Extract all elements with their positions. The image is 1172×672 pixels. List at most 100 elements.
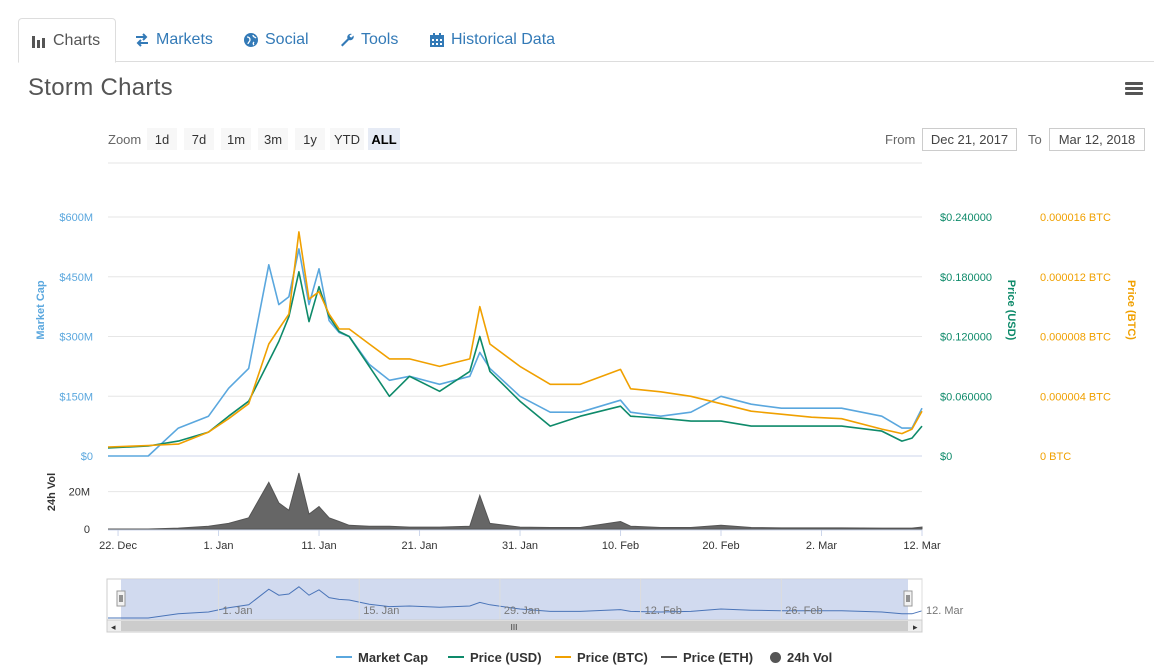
from-date-input[interactable]: Dec 21, 2017 <box>922 128 1017 151</box>
navigator-selection[interactable] <box>121 579 908 620</box>
x-tick-label: 10. Feb <box>602 540 639 552</box>
tab-social[interactable]: Social <box>231 18 321 62</box>
tab-tools[interactable]: Tools <box>327 18 410 62</box>
market-cap-tick-label: $600M <box>59 212 93 224</box>
page-title: Storm Charts <box>28 74 173 101</box>
navigator-tick-label: 29. Jan <box>504 605 540 617</box>
legend-label: Market Cap <box>358 649 429 665</box>
from-label: From <box>885 132 916 147</box>
market-cap-tick-label: $0 <box>81 451 93 463</box>
axis-labels: $0 $0 0 BTC $150M $0.060000 0.000004 BTC $300M… <box>59 212 1111 552</box>
legend-item-market-cap[interactable]: Market Cap <box>336 648 428 666</box>
zoom-button-1m[interactable]: 1m <box>221 128 251 150</box>
navigator-tick-label: 12. Mar <box>926 605 964 617</box>
legend-label: Price (BTC) <box>577 649 648 665</box>
to-label: To <box>1028 132 1042 147</box>
price-usd-tick-label: $0.240000 <box>940 212 992 224</box>
tab-charts[interactable]: Charts <box>18 18 116 63</box>
to-date-input[interactable]: Mar 12, 2018 <box>1049 128 1145 151</box>
market-cap-tick-label: $450M <box>59 272 93 284</box>
x-tick-label: 31. Jan <box>502 540 538 552</box>
tab-label: Markets <box>156 31 213 48</box>
wrench-icon <box>341 33 354 47</box>
navigator-series <box>108 586 923 619</box>
legend-label: 24h Vol <box>787 649 833 665</box>
legend-item-24h-vol[interactable]: 24h Vol <box>770 648 832 666</box>
zoom-label: Zoom <box>108 132 142 147</box>
navigator-tick-label: 12. Feb <box>645 605 682 617</box>
navigator-tick-label: 15. Jan <box>363 605 399 617</box>
volume-series-area <box>108 472 923 530</box>
price-usd-line <box>107 271 923 449</box>
legend-label: Price (ETH) <box>683 649 754 665</box>
x-tick-label: 21. Jan <box>401 540 437 552</box>
legend-line-icon <box>661 656 677 658</box>
price-btc-tick-label: 0 BTC <box>1040 451 1071 463</box>
tab-label: Charts <box>53 31 101 49</box>
zoom-button-3m[interactable]: 3m <box>258 128 288 150</box>
x-tick-label: 20. Feb <box>702 540 739 552</box>
zoom-button-1d[interactable]: 1d <box>147 128 177 150</box>
zoom-button-7d[interactable]: 7d <box>184 128 214 150</box>
price-btc-tick-label: 0.000008 BTC <box>1040 332 1111 344</box>
bar-chart-icon <box>32 35 45 48</box>
tab-label: Historical Data <box>451 31 556 48</box>
tab-bar: Charts Markets Social Tools Historical D… <box>18 18 1154 63</box>
x-tick-label: 1. Jan <box>204 540 234 552</box>
market-cap-tick-label: $150M <box>59 391 93 403</box>
price-usd-tick-label: $0.120000 <box>940 332 992 344</box>
scrollbar-thumb[interactable] <box>121 621 908 631</box>
tab-label: Social <box>265 31 309 48</box>
price-lines <box>107 231 923 457</box>
chart-grid <box>108 162 923 536</box>
navigator-tick-label: 26. Feb <box>785 605 822 617</box>
zoom-button-all[interactable]: ALL <box>368 128 400 150</box>
legend-line-icon <box>336 656 352 658</box>
scroll-right-arrow-icon[interactable]: ▸ <box>913 622 918 632</box>
legend-line-icon <box>448 656 464 658</box>
legend-item-price-eth[interactable]: Price (ETH) <box>661 648 753 666</box>
market-cap-tick-label: $300M <box>59 332 93 344</box>
x-tick-label: 2. Mar <box>806 540 838 552</box>
navigator-left-handle[interactable] <box>116 590 126 607</box>
tab-historical-data[interactable]: Historical Data <box>417 18 567 62</box>
legend-label: Price (USD) <box>470 649 542 665</box>
tab-markets[interactable]: Markets <box>122 18 225 62</box>
x-tick-label: 12. Mar <box>903 540 941 552</box>
exchange-icon <box>136 33 148 47</box>
price-btc-tick-label: 0.000004 BTC <box>1040 391 1111 403</box>
navigator-labels: 1. Jan 15. Jan 29. Jan 12. Feb 26. Feb 12. Ma… <box>218 579 964 620</box>
price-btc-axis-title: Price (BTC) <box>1125 280 1137 340</box>
legend-line-icon <box>555 656 571 658</box>
volume-tick-label: 20M <box>69 487 90 499</box>
price-btc-tick-label: 0.000016 BTC <box>1040 212 1111 224</box>
price-usd-tick-label: $0.060000 <box>940 391 992 403</box>
price-btc-tick-label: 0.000012 BTC <box>1040 272 1111 284</box>
market-cap-line <box>108 248 923 457</box>
scrollbar-track[interactable] <box>106 619 923 633</box>
price-btc-line <box>107 231 923 448</box>
market-cap-axis-title: Market Cap <box>35 280 47 340</box>
volume-axis-title: 24h Vol <box>46 473 58 511</box>
volume-tick-label: 0 <box>84 524 90 536</box>
navigator-line <box>108 586 923 619</box>
navigator-tick-label: 1. Jan <box>223 605 253 617</box>
legend-item-price-btc[interactable]: Price (BTC) <box>555 648 648 666</box>
zoom-button-ytd[interactable]: YTD <box>330 128 364 150</box>
hamburger-menu-icon[interactable] <box>1125 82 1143 96</box>
legend-item-price-usd[interactable]: Price (USD) <box>448 648 542 666</box>
legend-dot-icon <box>770 651 781 663</box>
price-usd-tick-label: $0 <box>940 451 952 463</box>
scrollbar-grip[interactable]: III <box>511 623 518 632</box>
x-tick-label: 22. Dec <box>99 540 137 552</box>
navigator-right-handle[interactable] <box>903 590 913 607</box>
volume-area <box>108 472 923 530</box>
price-usd-axis-title: Price (USD) <box>1005 280 1017 341</box>
price-chart: $0 $0 0 BTC $150M $0.060000 0.000004 BTC $300M… <box>35 162 1137 633</box>
tab-label: Tools <box>361 31 399 48</box>
x-tick-label: 11. Jan <box>301 540 336 552</box>
zoom-button-1y[interactable]: 1y <box>295 128 325 150</box>
globe-icon <box>244 33 258 47</box>
scroll-left-arrow-icon[interactable]: ◂ <box>111 622 116 632</box>
price-usd-tick-label: $0.180000 <box>940 272 992 284</box>
